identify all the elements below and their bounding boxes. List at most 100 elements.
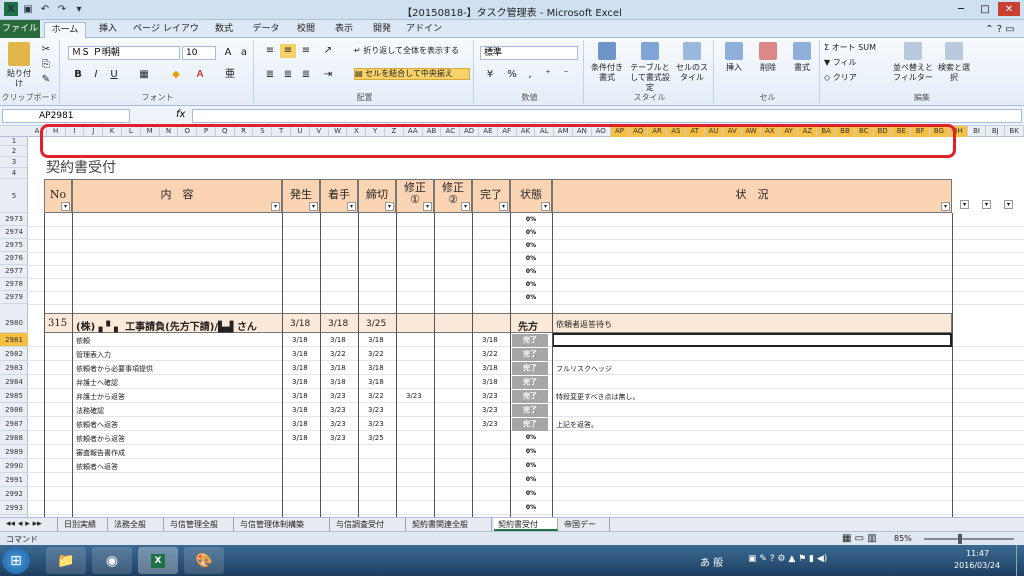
table-row[interactable]: 依頼者へ返答 3/18 3/23 3/23 3/23 上記を返答。 完了 xyxy=(28,417,1024,431)
indent-icon[interactable]: ⇥ xyxy=(320,68,336,82)
header-state[interactable]: 状態 ▾ xyxy=(510,179,552,213)
percent-icon[interactable]: % xyxy=(504,68,520,82)
row-header[interactable]: 2976 xyxy=(0,252,28,265)
filter-dropdown-icon[interactable]: ▾ xyxy=(347,202,356,211)
zoom-slider[interactable] xyxy=(924,538,1014,540)
increase-decimal-icon[interactable]: ⁺ xyxy=(540,68,556,82)
font-size-select[interactable]: 10 xyxy=(182,46,216,60)
tab-data[interactable]: データ xyxy=(248,22,284,38)
row-header[interactable]: 2993 xyxy=(0,501,28,515)
row-header[interactable]: 2982 xyxy=(0,347,28,361)
phonetic-icon[interactable]: 亜 xyxy=(222,68,238,82)
filter-dropdown-icon[interactable]: ▾ xyxy=(499,202,508,211)
tab-home[interactable]: ホーム xyxy=(44,22,86,38)
row-header[interactable]: 2978 xyxy=(0,278,28,291)
header-content[interactable]: 内 容 ▾ xyxy=(72,179,282,213)
filter-dropdown-icon[interactable]: ▾ xyxy=(461,202,470,211)
row-header[interactable]: 2979 xyxy=(0,291,28,304)
formula-input[interactable] xyxy=(192,109,1022,123)
bold-button[interactable]: B xyxy=(70,68,86,82)
orientation-icon[interactable]: ↗ xyxy=(320,44,336,58)
italic-button[interactable]: I xyxy=(88,68,104,82)
filter-dropdown-icon[interactable]: ▾ xyxy=(1004,200,1013,209)
close-icon[interactable]: ✕ xyxy=(998,2,1020,16)
worksheet-grid[interactable]: 契約書受付 No ▾ 内 容 ▾ 発生 ▾ 着手 ▾ 締切 ▾ 修正 ① ▾ 修正 ② ▾ 完… xyxy=(28,137,1024,517)
underline-button[interactable]: U xyxy=(106,68,122,82)
sheet-tab[interactable]: 与信調査受付 xyxy=(332,518,406,531)
row-header[interactable]: 4 xyxy=(0,168,28,179)
active-cell-cursor[interactable] xyxy=(552,333,952,347)
align-bottom-icon[interactable]: ≡ xyxy=(298,44,314,58)
tab-developer[interactable]: 開発 xyxy=(366,22,398,38)
table-row[interactable]: 管理表入力 3/18 3/22 3/22 3/22 完了 xyxy=(28,347,1024,361)
filter-dropdown-icon[interactable]: ▾ xyxy=(423,202,432,211)
column-header[interactable]: BJ xyxy=(986,126,1006,137)
row-header[interactable]: 2986 xyxy=(0,403,28,417)
paste-button[interactable]: 貼り付け xyxy=(4,42,34,89)
filter-dropdown-icon[interactable]: ▾ xyxy=(61,202,70,211)
delete-cells-button[interactable]: 削除 xyxy=(752,42,784,73)
row-header[interactable]: 2987 xyxy=(0,417,28,431)
chrome-icon[interactable]: ◉ xyxy=(92,547,132,574)
table-row[interactable]: 依頼 3/18 3/18 3/18 3/18 完了 xyxy=(28,333,1024,347)
row-header[interactable]: 2991 xyxy=(0,473,28,487)
row-header[interactable]: 2 xyxy=(0,146,28,157)
header-occur[interactable]: 発生 ▾ xyxy=(282,179,320,213)
tab-addins[interactable]: アドイン xyxy=(404,22,444,38)
fx-icon[interactable]: fx xyxy=(176,109,185,120)
font-color-icon[interactable]: A xyxy=(192,68,208,82)
tab-file[interactable]: ファイル xyxy=(0,20,40,38)
header-start[interactable]: 着手 ▾ xyxy=(320,179,358,213)
sheet-tab[interactable]: 与信管理全般 xyxy=(166,518,234,531)
format-painter-icon[interactable]: ✎ xyxy=(38,73,54,87)
name-box[interactable]: AP2981 xyxy=(2,109,130,123)
row-header[interactable]: 2973 xyxy=(0,213,28,226)
row-header[interactable]: 2984 xyxy=(0,375,28,389)
align-middle-icon[interactable]: ≡ xyxy=(280,44,296,58)
header-deadline[interactable]: 締切 ▾ xyxy=(358,179,396,213)
table-row[interactable]: 0% xyxy=(28,487,1024,501)
header-done[interactable]: 完了 ▾ xyxy=(472,179,510,213)
currency-icon[interactable]: ¥ xyxy=(482,68,498,82)
sheet-nav-icon[interactable]: ◂◂ ◂ ▸ ▸▸ xyxy=(2,518,58,531)
paint-icon[interactable]: 🎨 xyxy=(184,547,224,574)
row-header[interactable]: 3 xyxy=(0,157,28,168)
explorer-icon[interactable]: 📁 xyxy=(46,547,86,574)
sheet-tab[interactable]: 法務全般 xyxy=(110,518,164,531)
maximize-icon[interactable]: □ xyxy=(974,2,996,16)
filter-dropdown-icon[interactable]: ▾ xyxy=(982,200,991,209)
table-row[interactable]: 審査報告書作成 0% xyxy=(28,445,1024,459)
tab-insert[interactable]: 挿入 xyxy=(92,22,124,38)
table-row[interactable]: 弁護士から返答 3/18 3/23 3/22 3/23 3/23 特段変更すべき点は無し。完… xyxy=(28,389,1024,403)
tab-formulas[interactable]: 数式 xyxy=(208,22,240,38)
align-left-icon[interactable]: ≣ xyxy=(262,68,278,82)
row-header[interactable]: 1 xyxy=(0,137,28,146)
cut-icon[interactable]: ✂ xyxy=(38,43,54,57)
row-header[interactable]: 2983 xyxy=(0,361,28,375)
border-icon[interactable]: ▦ xyxy=(136,68,152,82)
tab-view[interactable]: 表示 xyxy=(328,22,360,38)
minimize-icon[interactable]: ─ xyxy=(950,2,972,16)
format-as-table-button[interactable]: テーブルとして書式設定 xyxy=(628,42,672,93)
find-select-button[interactable]: 検索と選択 xyxy=(936,42,972,83)
column-header[interactable]: BK xyxy=(1005,126,1024,137)
table-row[interactable]: 依頼者から返答 3/18 3/23 3/25 0% xyxy=(28,431,1024,445)
header-status[interactable]: 状 況 ▾ xyxy=(552,179,952,213)
start-button-icon[interactable]: ⊞ xyxy=(2,547,30,574)
conditional-format-button[interactable]: 条件付き書式 xyxy=(588,42,626,83)
number-format-select[interactable]: 標準 xyxy=(480,46,578,60)
zoom-slider-thumb[interactable] xyxy=(958,534,962,544)
filter-dropdown-icon[interactable]: ▾ xyxy=(960,200,969,209)
insert-cells-button[interactable]: 挿入 xyxy=(718,42,750,73)
help-icon[interactable]: ⌃ ? ▭ ✕ xyxy=(980,22,1020,50)
row-header[interactable]: 2977 xyxy=(0,265,28,278)
filter-dropdown-icon[interactable]: ▾ xyxy=(385,202,394,211)
header-fix2[interactable]: 修正 ② ▾ xyxy=(434,179,472,213)
tray-icons[interactable]: ▣ ✎ ? ⚙ ▲ ⚑ ▮ ◀) xyxy=(748,554,827,564)
sort-filter-button[interactable]: 並べ替えとフィルター xyxy=(892,42,934,83)
table-row[interactable]: 0% xyxy=(28,501,1024,515)
align-center-icon[interactable]: ≣ xyxy=(280,68,296,82)
decrease-decimal-icon[interactable]: ⁻ xyxy=(558,68,574,82)
fill-color-icon[interactable]: ◆ xyxy=(168,68,184,82)
table-row[interactable]: 法務確認 3/18 3/23 3/23 3/23 完了 xyxy=(28,403,1024,417)
